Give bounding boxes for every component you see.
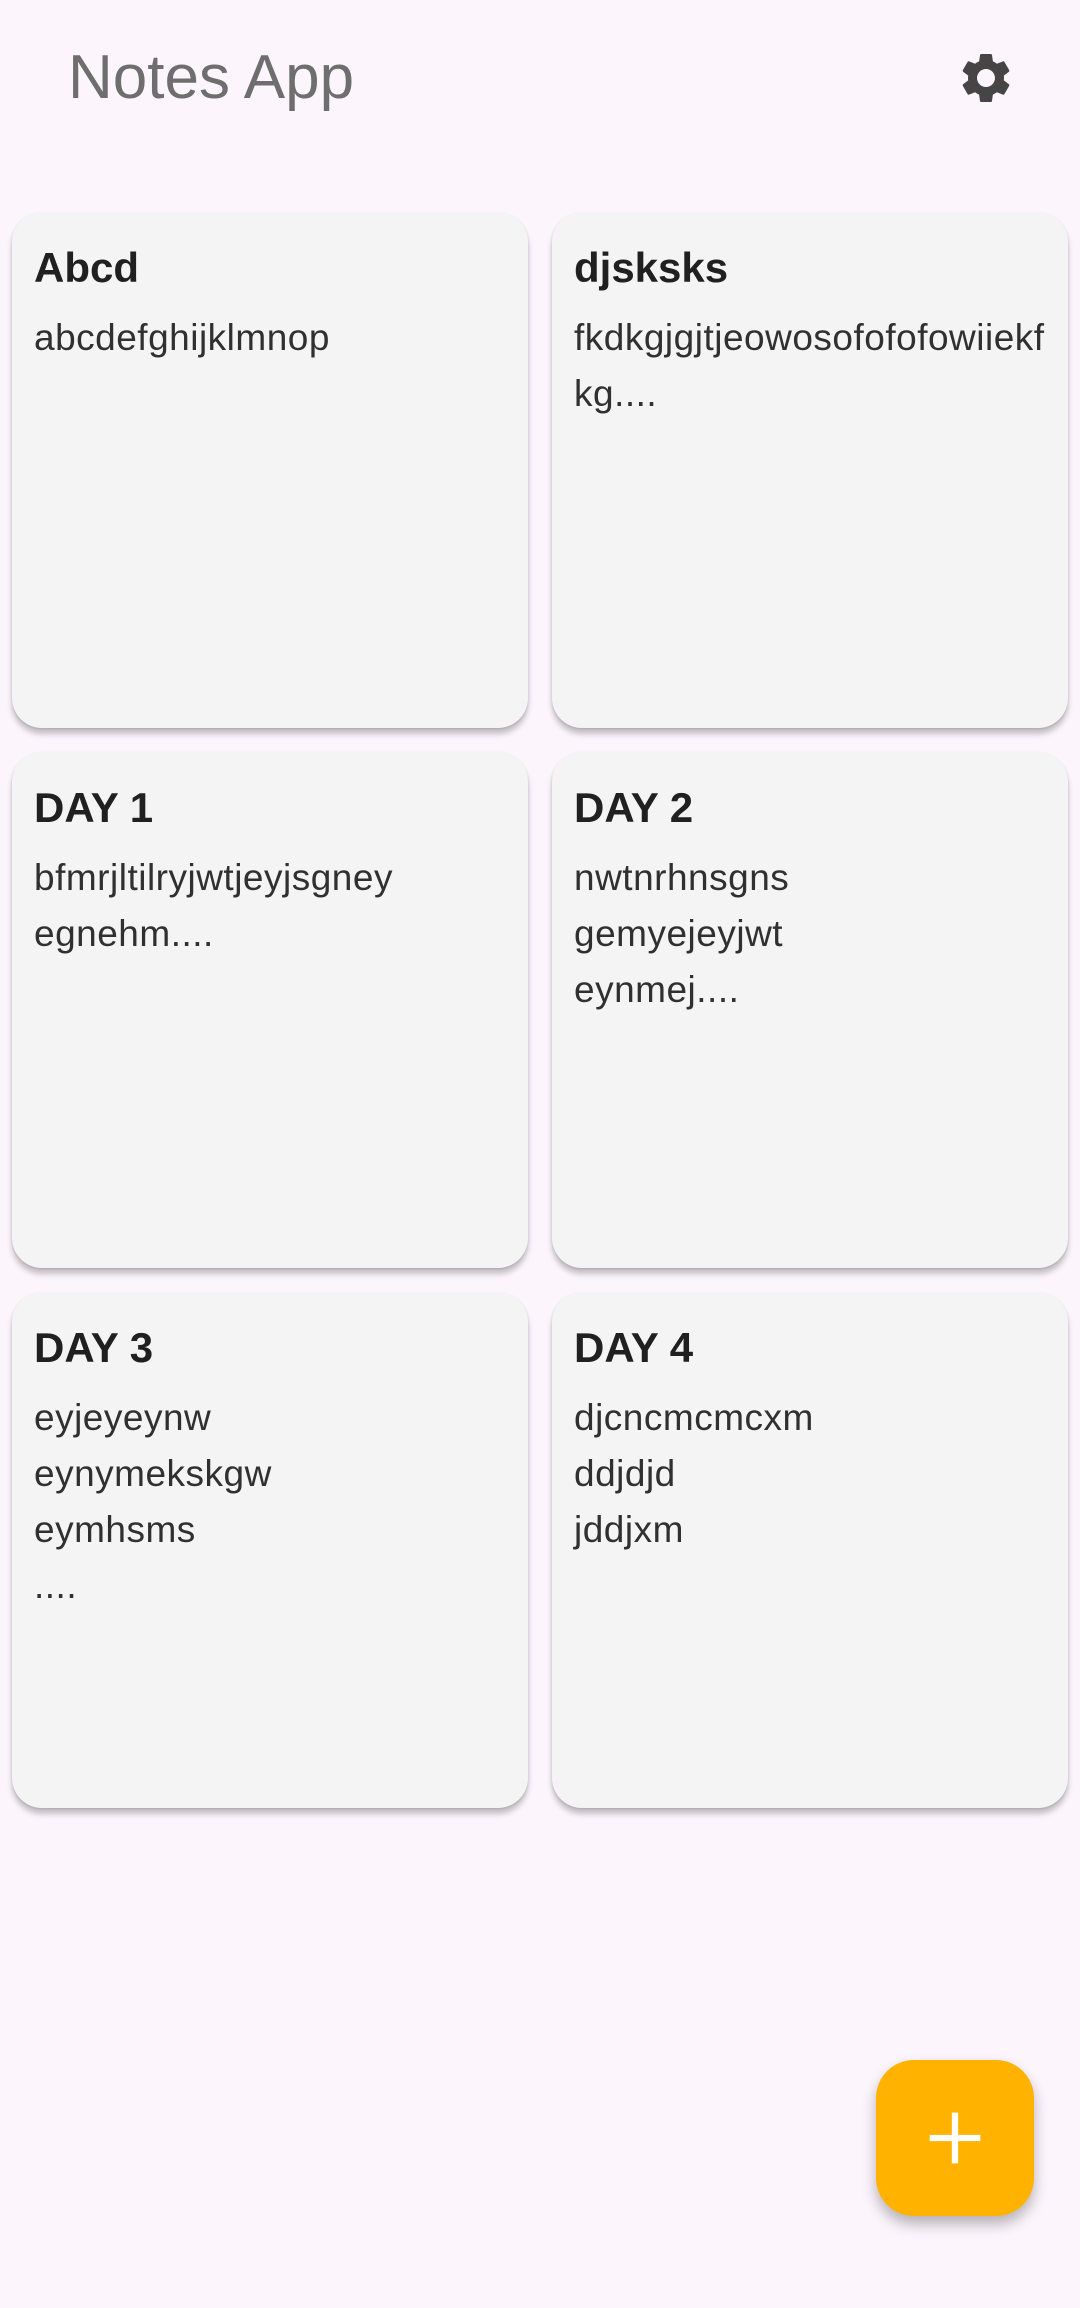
settings-button[interactable] bbox=[952, 44, 1020, 112]
note-title: Abcd bbox=[34, 244, 139, 291]
app-title: Notes App bbox=[68, 43, 355, 112]
note-card[interactable]: DAY 3 eyjeyeynw eynymekskgw eymhsms .... bbox=[12, 1292, 528, 1808]
note-title: djsksks bbox=[574, 244, 729, 291]
note-card[interactable]: DAY 2 nwtnrhnsgns gemyejeyjwt eynmej.... bbox=[552, 752, 1068, 1268]
note-card[interactable]: DAY 4 djcncmcmcxm ddjdjd jddjxm bbox=[552, 1292, 1068, 1808]
note-title: DAY 3 bbox=[34, 1324, 154, 1371]
notes-grid: Abcd abcdefghijklmnop djsksks fkdkgjgjtj… bbox=[12, 212, 1068, 1808]
plus-icon bbox=[929, 2112, 981, 2164]
note-card[interactable]: Abcd abcdefghijklmnop bbox=[12, 212, 528, 728]
note-title: DAY 1 bbox=[34, 784, 154, 831]
gear-icon bbox=[962, 53, 1010, 102]
note-card[interactable]: djsksks fkdkgjgjtjeowosofofofowiiekfkg..… bbox=[552, 212, 1068, 728]
note-preview: bfmrjltilryjwtjeyjsgney egnehm.... bbox=[34, 857, 393, 954]
app-bar: Notes App bbox=[0, 0, 1080, 160]
note-preview: nwtnrhnsgns gemyejeyjwt eynmej.... bbox=[574, 857, 790, 1010]
note-preview: djcncmcmcxm ddjdjd jddjxm bbox=[574, 1397, 814, 1550]
note-title: DAY 4 bbox=[574, 1324, 694, 1371]
note-card[interactable]: DAY 1 bfmrjltilryjwtjeyjsgney egnehm.... bbox=[12, 752, 528, 1268]
note-title: DAY 2 bbox=[574, 784, 694, 831]
note-preview: fkdkgjgjtjeowosofofofowiiekfkg.... bbox=[574, 317, 1045, 414]
note-preview: eyjeyeynw eynymekskgw eymhsms .... bbox=[34, 1397, 272, 1606]
note-preview: abcdefghijklmnop bbox=[34, 317, 330, 358]
add-note-button[interactable] bbox=[876, 2060, 1034, 2216]
